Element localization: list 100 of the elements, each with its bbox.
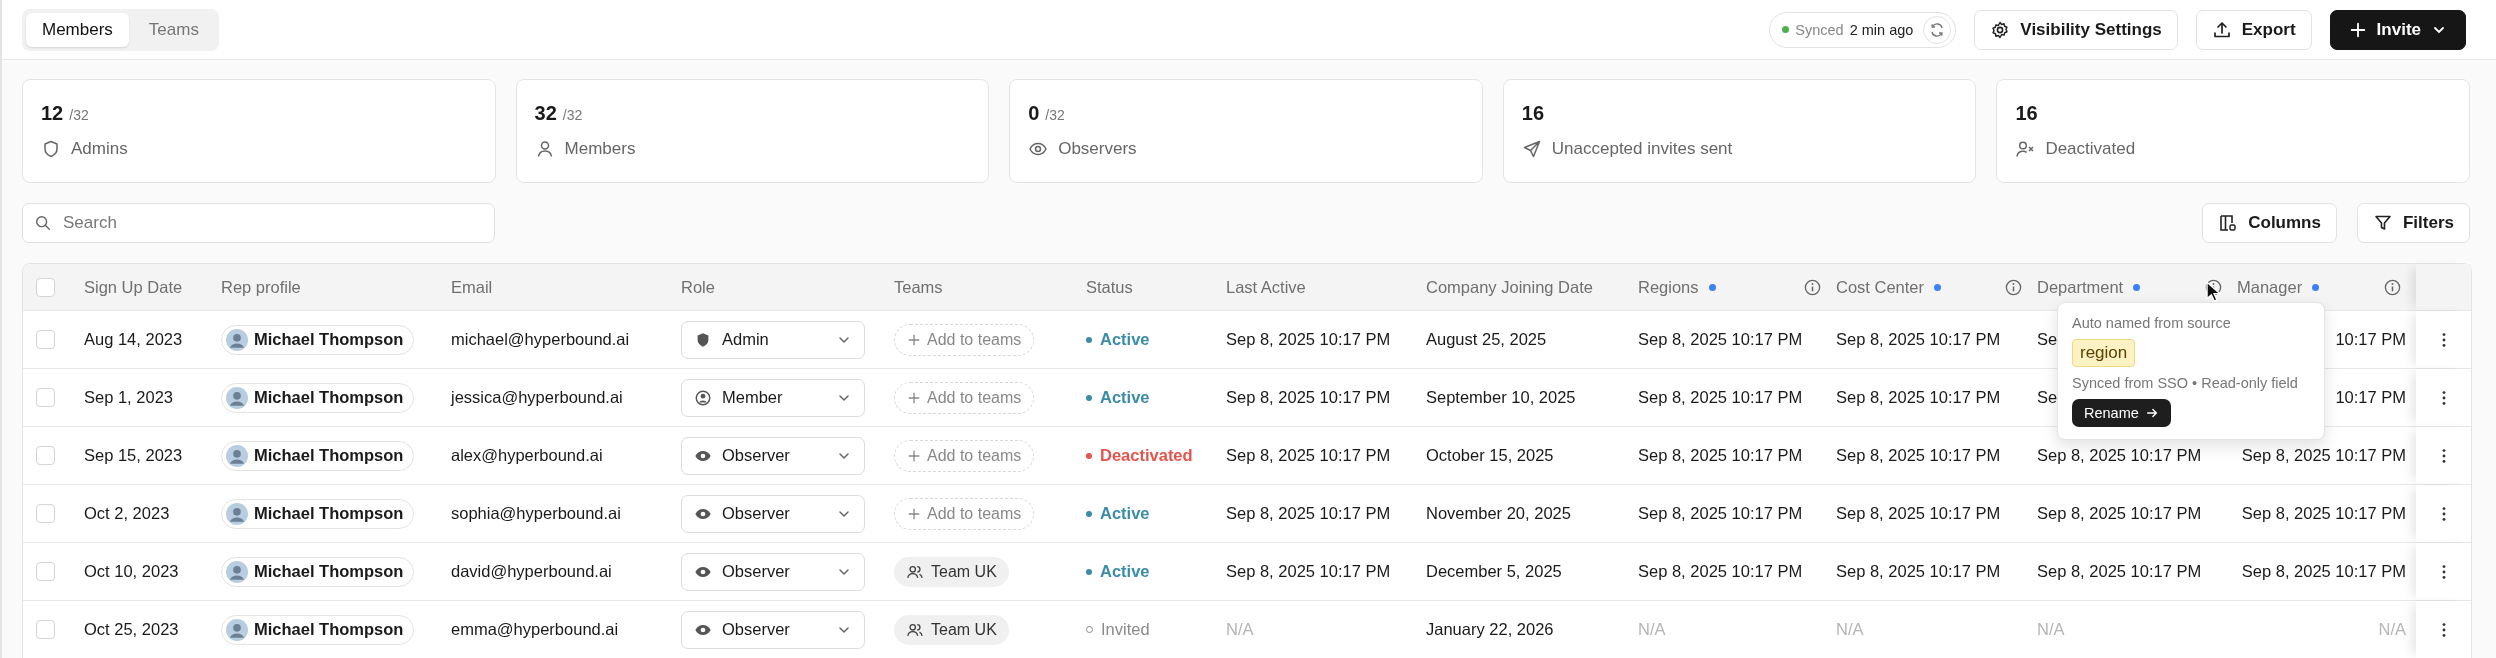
plus-icon (907, 506, 921, 521)
column-header: Role (681, 277, 715, 297)
source-tag: region (2072, 339, 2136, 367)
table-cell: Sep 8, 2025 10:17 PM (2037, 446, 2202, 465)
checkbox[interactable] (36, 620, 55, 639)
column-header: Status (1086, 277, 1133, 297)
upload-icon (2211, 19, 2232, 40)
table-cell: Sep 8, 2025 10:17 PM (2037, 504, 2202, 523)
status-label: Active (1100, 388, 1150, 407)
role-select[interactable]: Observer (681, 552, 865, 591)
tab[interactable]: Teams (132, 12, 215, 47)
status-label: Active (1100, 562, 1150, 581)
columns-icon (2218, 213, 2239, 233)
more-icon[interactable] (2440, 446, 2447, 465)
checkbox[interactable] (36, 330, 55, 349)
avatar-icon (226, 444, 248, 467)
rename-button[interactable]: Rename (2072, 399, 2171, 427)
table-cell: 10:17 PM (2335, 388, 2406, 407)
column-header: Teams (894, 277, 943, 297)
team-tag[interactable]: Team UK (894, 556, 1009, 587)
table-cell: N/A (2037, 620, 2065, 639)
table-cell: Sep 8, 2025 10:17 PM (1836, 446, 2001, 465)
table-cell: N/A (1836, 620, 1864, 639)
stat-label: Unaccepted invites sent (1551, 139, 1733, 159)
export-button[interactable]: Export (2195, 9, 2312, 50)
table-cell: N/A (1226, 620, 1254, 639)
column-header: Department (2037, 277, 2124, 297)
table-cell: Sep 1, 2023 (84, 388, 173, 407)
table-cell: Oct 2, 2023 (84, 504, 170, 523)
settings-button[interactable]: Visibility Settings (1974, 9, 2178, 50)
checkbox[interactable] (36, 562, 55, 581)
table-cell: Sep 8, 2025 10:17 PM (1836, 330, 2001, 349)
table-cell: Sep 8, 2025 10:17 PM (1226, 330, 1391, 349)
table-cell: Sep 8, 2025 10:17 PM (2241, 446, 2406, 465)
invite-button[interactable]: Invite (2329, 9, 2466, 50)
stat-value: 32 (534, 102, 557, 125)
table-cell: Oct 10, 2023 (84, 562, 179, 581)
more-icon[interactable] (2440, 504, 2447, 523)
more-icon[interactable] (2440, 562, 2447, 581)
tooltip-heading: Auto named from source (2072, 315, 2231, 331)
more-icon[interactable] (2440, 388, 2447, 407)
status-dot (1782, 26, 1790, 33)
checkbox[interactable] (36, 277, 55, 297)
table-cell: September 10, 2025 (1426, 388, 1576, 407)
table-cell: Sep 8, 2025 10:17 PM (1638, 504, 1803, 523)
role-select[interactable]: Admin (681, 320, 865, 359)
column-header: Email (451, 277, 493, 297)
plus-icon (907, 390, 921, 405)
table-cell: michael@hyperbound.ai (451, 330, 630, 349)
table-cell: Sep 15, 2023 (84, 446, 183, 465)
table-cell: Se (2037, 330, 2058, 349)
table-cell: Sep 8, 2025 10:17 PM (1226, 562, 1391, 581)
column-header: Sign Up Date (84, 277, 183, 297)
plus-icon (907, 332, 921, 347)
table-cell: Aug 14, 2023 (84, 330, 183, 349)
tab[interactable]: Members (26, 12, 129, 47)
role-select[interactable]: Member (681, 378, 865, 417)
sync-time: 2 min ago (1849, 21, 1914, 38)
column-header: Company Joining Date (1426, 277, 1593, 297)
columns-button[interactable]: Columns (2202, 203, 2337, 243)
role-select[interactable]: Observer (681, 494, 865, 533)
table-cell: January 22, 2026 (1426, 620, 1554, 639)
avatar-icon (226, 328, 248, 351)
settings-icon (1990, 19, 2011, 40)
table-cell: Sep 8, 2025 10:17 PM (1638, 388, 1803, 407)
table-cell: sophia@hyperbound.ai (451, 504, 621, 523)
stat-value: 16 (1521, 102, 1545, 125)
column-header: Rep profile (221, 277, 301, 297)
filters-button[interactable]: Filters (2356, 203, 2470, 243)
shield-icon (41, 139, 61, 159)
avatar-icon (226, 560, 248, 583)
avatar-icon (226, 502, 248, 525)
role-select[interactable]: Observer (681, 610, 865, 649)
stat-total: /32 (562, 107, 583, 123)
checkbox[interactable] (36, 446, 55, 465)
status-label: Deactivated (1100, 446, 1193, 465)
table-cell: December 5, 2025 (1426, 562, 1562, 581)
stat-label: Observers (1058, 139, 1137, 159)
column-header: Last Active (1226, 277, 1306, 297)
more-icon[interactable] (2440, 620, 2447, 639)
search-field[interactable]: Search (22, 203, 495, 243)
more-icon[interactable] (2440, 330, 2447, 349)
table-cell: 10:17 PM (2335, 330, 2406, 349)
team-tag[interactable]: Team UK (894, 614, 1009, 645)
table-cell: Oct 25, 2023 (84, 620, 179, 639)
checkbox[interactable] (36, 504, 55, 523)
table-cell: Sep 8, 2025 10:17 PM (1638, 562, 1803, 581)
column-header: Regions (1638, 277, 1699, 297)
role-select[interactable]: Observer (681, 436, 865, 475)
column-header: Cost Center (1836, 277, 1925, 297)
stat-label: Members (564, 139, 636, 159)
search-icon (34, 214, 52, 232)
table-cell: N/A (2378, 620, 2406, 639)
table-cell: Sep 8, 2025 10:17 PM (1638, 330, 1803, 349)
table-cell: Sep 8, 2025 10:17 PM (1226, 446, 1391, 465)
table-cell: Sep 8, 2025 10:17 PM (1638, 446, 1803, 465)
person-circle-icon (694, 388, 712, 407)
checkbox[interactable] (36, 388, 55, 407)
send-icon (1521, 139, 1542, 159)
table-cell: October 15, 2025 (1426, 446, 1554, 465)
